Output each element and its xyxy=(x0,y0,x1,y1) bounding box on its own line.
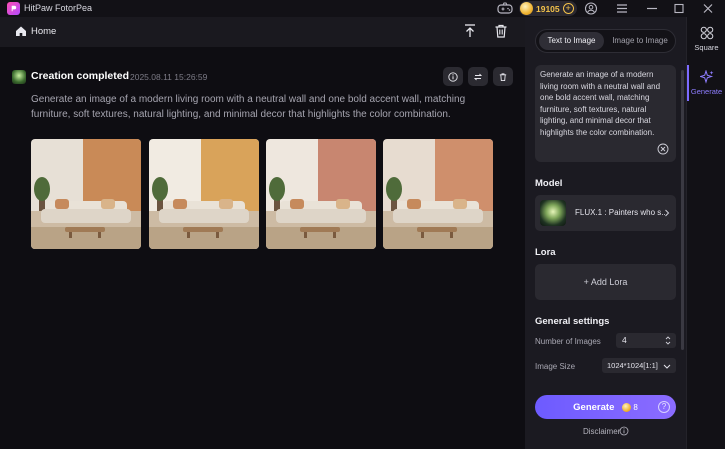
chevron-down-icon xyxy=(663,362,671,369)
minimize-icon[interactable] xyxy=(645,2,659,15)
model-thumbnail xyxy=(540,200,566,226)
info-icon xyxy=(448,71,458,82)
coin-balance[interactable]: 19105 + xyxy=(519,1,577,16)
number-of-images-label: Number of Images xyxy=(535,337,601,346)
coin-icon xyxy=(622,402,632,412)
gamepad-icon[interactable] xyxy=(497,2,513,15)
nav-item-generate[interactable]: Generate xyxy=(687,70,725,96)
square-grid-icon xyxy=(700,26,713,40)
info-button[interactable] xyxy=(443,67,463,86)
generate-cost: 8 xyxy=(633,402,638,412)
lora-label: Lora xyxy=(535,247,556,258)
generated-image-3[interactable] xyxy=(266,139,376,249)
app-logo-icon xyxy=(7,2,20,15)
model-selector[interactable]: FLUX.1 : Painters who s... xyxy=(535,195,676,231)
export-icon[interactable] xyxy=(462,23,478,39)
nav-item-square[interactable]: Square xyxy=(687,26,725,52)
close-icon[interactable] xyxy=(701,2,715,15)
general-settings-label: General settings xyxy=(535,316,610,327)
number-of-images-value: 4 xyxy=(622,335,627,345)
disclaimer-link[interactable]: Disclaimer xyxy=(583,427,620,436)
image-size-select[interactable]: 1024*1024[1:1] xyxy=(602,358,676,373)
generated-image-2[interactable] xyxy=(149,139,259,249)
app-title: HitPaw FotorPea xyxy=(24,3,93,13)
creation-thumbnail-icon xyxy=(12,70,26,84)
trash-icon xyxy=(499,72,507,81)
title-bar: HitPaw FotorPea 19105 + xyxy=(0,0,725,17)
swap-icon xyxy=(473,73,483,80)
tab-image-to-image[interactable]: Image to Image xyxy=(606,32,674,50)
info-icon[interactable] xyxy=(619,426,629,436)
model-label: Model xyxy=(535,178,563,189)
model-name: FLUX.1 : Painters who s... xyxy=(575,208,668,217)
menu-icon[interactable] xyxy=(615,2,629,15)
delete-button[interactable] xyxy=(493,67,513,86)
creation-status-title: Creation completed xyxy=(31,70,130,82)
regenerate-button[interactable] xyxy=(468,67,488,86)
mode-tabs: Text to Image Image to Image xyxy=(535,29,676,53)
generate-label: Generate xyxy=(573,401,615,413)
generate-panel: Text to Image Image to Image Generate an… xyxy=(525,17,686,449)
help-icon[interactable]: ? xyxy=(658,401,670,413)
creation-prompt: Generate an image of a modern living roo… xyxy=(31,94,466,120)
main-content: Creation completed 2025.08.11 15:26:59 G… xyxy=(0,47,525,449)
coin-count: 19105 xyxy=(536,3,560,14)
clear-icon[interactable] xyxy=(657,143,669,155)
account-icon[interactable] xyxy=(584,2,598,15)
chevron-right-icon xyxy=(663,208,671,218)
side-nav: Square Generate xyxy=(686,17,725,449)
tab-text-to-image[interactable]: Text to Image xyxy=(539,32,604,50)
maximize-icon[interactable] xyxy=(672,2,686,15)
home-bar: Home xyxy=(0,17,525,47)
trash-icon[interactable] xyxy=(493,23,509,39)
generate-button[interactable]: Generate 8 ? xyxy=(535,395,676,419)
generated-image-4[interactable] xyxy=(383,139,493,249)
sparkle-icon xyxy=(699,70,713,84)
prompt-input[interactable]: Generate an image of a modern living roo… xyxy=(535,65,676,162)
image-gallery xyxy=(31,139,501,249)
number-of-images-stepper[interactable]: 4 xyxy=(616,333,676,348)
nav-label-square: Square xyxy=(694,43,719,52)
add-lora-button[interactable]: + Add Lora xyxy=(535,264,676,300)
add-coins-button[interactable]: + xyxy=(562,3,574,14)
panel-scrollbar[interactable] xyxy=(681,70,684,350)
image-size-value: 1024*1024[1:1] xyxy=(607,361,658,370)
nav-label-generate: Generate xyxy=(690,87,723,96)
creation-datetime: 2025.08.11 15:26:59 xyxy=(130,72,208,82)
prompt-input-text[interactable]: Generate an image of a modern living roo… xyxy=(540,69,672,138)
stepper-arrows-icon[interactable] xyxy=(665,335,671,346)
home-link[interactable]: Home xyxy=(31,26,56,37)
image-size-label: Image Size xyxy=(535,362,576,371)
generated-image-1[interactable] xyxy=(31,139,141,249)
coin-icon xyxy=(520,2,533,15)
home-icon[interactable] xyxy=(15,25,27,37)
